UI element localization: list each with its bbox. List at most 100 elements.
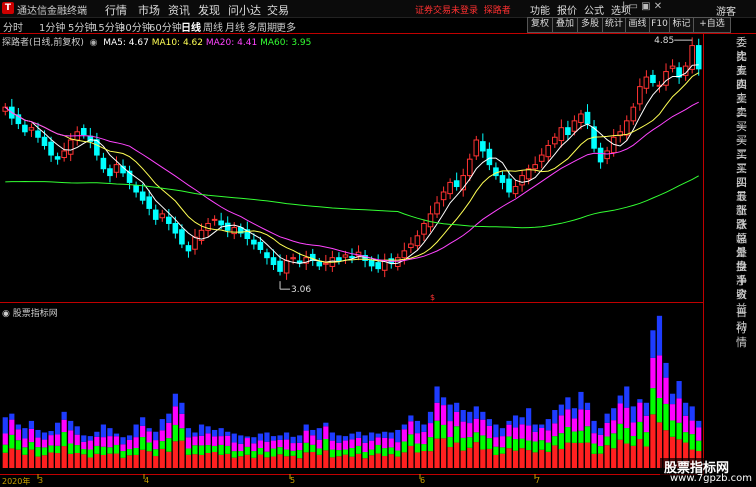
period-tab-9[interactable]: 多周期 <box>247 19 277 34</box>
menu-news[interactable]: 资讯 <box>168 2 190 18</box>
volume-bar-97-seg-3 <box>637 399 643 403</box>
volume-bar-67-seg-2 <box>440 405 447 425</box>
candle-body-6 <box>41 136 48 146</box>
volume-bar-101-seg-1 <box>663 403 669 431</box>
menu-quotes[interactable]: 行情 <box>105 2 127 18</box>
volume-bar-7-seg-1 <box>48 445 54 453</box>
toolbar-button-5[interactable]: F10 <box>649 17 670 33</box>
toolbar-button-1[interactable]: 叠加 <box>552 17 578 33</box>
period-tab-6[interactable]: 日线 <box>181 19 201 34</box>
volume-bar-10-seg-2 <box>68 430 74 444</box>
window-controls-icon[interactable]: | ▭ ▣ ✕ <box>622 1 662 12</box>
volume-bar-61-seg-2 <box>401 429 407 442</box>
volume-bar-33-seg-3 <box>218 428 224 437</box>
candle-body-33 <box>218 220 224 226</box>
candle-body-99 <box>650 74 656 84</box>
volume-bar-61-seg-0 <box>401 452 407 468</box>
volume-bar-6-seg-1 <box>41 447 48 456</box>
guest-label[interactable]: 游客 <box>716 3 736 18</box>
volume-bar-28-seg-2 <box>185 437 192 449</box>
high-marker-label: 4.85 <box>654 36 674 46</box>
x-axis-label-5: 7 <box>535 476 541 485</box>
volume-bar-37-seg-3 <box>244 436 250 439</box>
volume-bar-53-seg-0 <box>349 456 355 468</box>
x-axis-label-4: 6 <box>420 476 426 485</box>
volume-bar-37-seg-2 <box>244 438 250 447</box>
volume-bar-70-seg-3 <box>460 410 466 422</box>
event-marker: $ <box>430 293 435 302</box>
candle-body-86 <box>565 127 571 136</box>
candle-body-44 <box>290 257 296 260</box>
volume-bar-54-seg-2 <box>355 437 362 446</box>
volume-bar-18-seg-0 <box>120 457 126 468</box>
toolbar-button-6[interactable]: 标记 <box>669 17 694 33</box>
volume-bar-9-seg-2 <box>61 419 67 433</box>
login-notice[interactable]: 证券交易未登录 探路者 <box>415 3 511 16</box>
volume-bar-47-seg-0 <box>310 452 316 468</box>
volume-bar-51-seg-3 <box>336 435 342 443</box>
candle-body-5 <box>35 130 41 138</box>
period-tab-5[interactable]: 60分钟 <box>149 19 182 34</box>
volume-bar-5-seg-2 <box>35 437 41 448</box>
stock-link[interactable]: 探路者 <box>484 6 511 16</box>
volume-bar-91-seg-3 <box>597 428 604 435</box>
toolbar-button-0[interactable]: 复权 <box>527 17 553 33</box>
volume-bar-64-seg-2 <box>421 431 427 445</box>
period-tab-8[interactable]: 月线 <box>225 19 245 34</box>
volume-bar-54-seg-1 <box>355 445 362 454</box>
volume-bar-82-seg-2 <box>539 427 545 441</box>
volume-bar-58-seg-2 <box>382 437 388 449</box>
volume-bar-75-seg-3 <box>493 424 499 438</box>
toolbar-button-7[interactable]: +自选 <box>693 17 731 33</box>
volume-bar-29-seg-3 <box>192 432 198 437</box>
menu-report[interactable]: 报价 <box>557 6 577 17</box>
volume-bar-83-seg-0 <box>545 451 551 468</box>
menu-formula[interactable]: 公式 <box>584 6 604 17</box>
volume-bar-100-seg-1 <box>656 397 663 423</box>
volume-bar-82-seg-0 <box>539 449 545 468</box>
volume-bar-23-seg-0 <box>153 456 159 468</box>
volume-bar-22-seg-3 <box>146 428 152 432</box>
volume-bar-93-seg-0 <box>611 448 617 468</box>
period-tab-2[interactable]: 5分钟 <box>68 19 94 34</box>
volume-bar-95-seg-3 <box>624 386 630 408</box>
side-bottom-1[interactable]: 行情 <box>736 322 756 350</box>
menu-ask[interactable]: 问小达 <box>228 2 261 18</box>
volume-bar-106-seg-1 <box>696 440 702 452</box>
volume-bar-106-seg-2 <box>696 427 702 441</box>
volume-bar-5-seg-0 <box>35 456 41 468</box>
toolbar-button-3[interactable]: 统计 <box>602 17 626 33</box>
volume-bar-71-seg-1 <box>467 437 473 448</box>
volume-indicator-icon[interactable]: ◉ <box>2 309 13 319</box>
period-tab-10[interactable]: 更多 <box>276 19 296 34</box>
candle-body-78 <box>512 186 519 195</box>
volume-bar-47-seg-1 <box>310 444 316 453</box>
menu-function[interactable]: 功能 <box>530 6 550 17</box>
menu-discover[interactable]: 发现 <box>198 2 220 18</box>
menu-trade[interactable]: 交易 <box>267 2 289 18</box>
volume-bar-19-seg-0 <box>126 455 133 468</box>
toolbar-button-4[interactable]: 画线 <box>625 17 650 33</box>
period-tab-4[interactable]: 30分钟 <box>119 19 152 34</box>
volume-bar-46-seg-2 <box>303 430 309 443</box>
volume-bar-32-seg-3 <box>212 429 218 437</box>
volume-bar-57-seg-2 <box>375 437 381 445</box>
stock-chart[interactable]: 4.804.604.404.204.003.803.603.403.204.85… <box>0 33 756 487</box>
volume-bar-34-seg-1 <box>225 445 231 454</box>
volume-bar-5-seg-1 <box>35 447 41 457</box>
volume-bar-99-seg-2 <box>650 357 656 389</box>
volume-bar-55-seg-1 <box>362 452 368 459</box>
volume-bar-75-seg-0 <box>493 454 499 468</box>
period-tab-7[interactable]: 周线 <box>203 19 223 34</box>
volume-bar-67-seg-3 <box>440 397 447 406</box>
volume-bar-82-seg-3 <box>539 424 545 428</box>
ma20-line <box>4 101 699 262</box>
volume-indicator-name: 股票指标网 <box>12 309 58 319</box>
candle-body-89 <box>584 111 591 125</box>
candle-body-29 <box>192 236 198 250</box>
toolbar-button-2[interactable]: 多股 <box>577 17 603 33</box>
period-tab-1[interactable]: 1分钟 <box>39 19 65 34</box>
period-tab-0[interactable]: 分时 <box>3 19 23 34</box>
menu-market[interactable]: 市场 <box>138 2 160 18</box>
volume-bar-60-seg-0 <box>395 456 401 468</box>
